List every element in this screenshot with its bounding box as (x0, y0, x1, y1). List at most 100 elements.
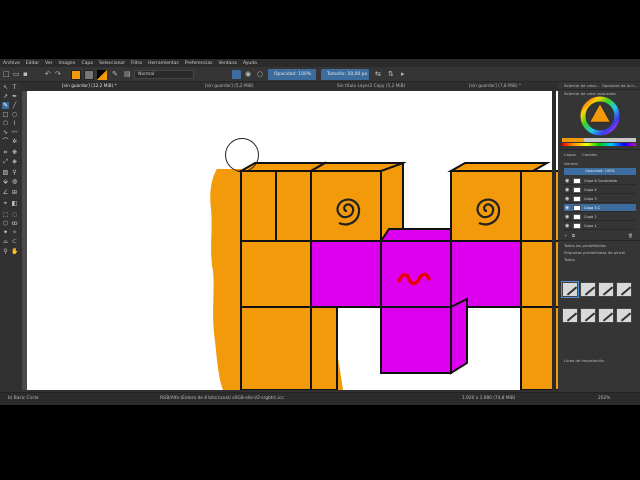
layer-blend-mode[interactable]: Normal (564, 161, 578, 166)
layer-row[interactable]: ◉ Capa 6 Conectado (564, 177, 636, 185)
blend-mode-dropdown[interactable]: Normal (134, 70, 194, 79)
zoom-level[interactable]: 202% (598, 396, 610, 401)
gradient-icon[interactable]: ▨ (2, 169, 9, 176)
menu-archivo[interactable]: Archivo (3, 61, 20, 66)
color-pair-icon[interactable] (97, 70, 107, 80)
add-layer-icon[interactable]: ＋ (564, 233, 568, 239)
freehand-select-icon[interactable]: ꝏ (11, 220, 18, 227)
reset-icon[interactable]: ○ (257, 71, 263, 78)
perspective-icon[interactable]: ◧ (11, 200, 18, 207)
brush-preset[interactable] (561, 281, 579, 298)
opacity-slider[interactable]: Opacidad: 100% (268, 69, 316, 80)
edit-shapes-icon[interactable]: ↗ (2, 93, 9, 100)
menu-ver[interactable]: Ver (45, 61, 52, 66)
brush-preset[interactable] (598, 308, 614, 323)
menu-imagen[interactable]: Imagen (59, 61, 76, 66)
preserve-alpha-icon[interactable]: ◉ (245, 71, 251, 78)
multibrush-icon[interactable]: ✲ (11, 138, 18, 145)
open-icon[interactable]: ▭ (13, 71, 20, 78)
fill-icon[interactable]: ⬙ (2, 178, 9, 185)
brush-icon[interactable]: ✎ (2, 102, 9, 109)
dock-tab-channels[interactable]: Canales (582, 152, 597, 157)
mirror-vertical-icon[interactable]: ⇅ (388, 71, 394, 78)
magnetic-select-icon[interactable]: ⊂ (11, 238, 18, 245)
brush-presets-tag[interactable]: Todos los predefinidos (564, 243, 606, 248)
similar-select-icon[interactable]: ✧ (11, 229, 18, 236)
layer-row[interactable]: ◉ Capa 3 (564, 195, 636, 203)
pan-icon[interactable]: ✋ (11, 248, 18, 255)
menu-herramientas[interactable]: Herramientas (148, 61, 179, 66)
drawing-canvas[interactable] (27, 91, 558, 390)
visibility-eye-icon[interactable]: ◉ (565, 205, 569, 211)
text-icon[interactable]: T (11, 84, 18, 91)
new-document-icon[interactable]: □ (3, 71, 10, 78)
brush-preset[interactable] (562, 308, 578, 323)
rect-select-icon[interactable]: ⬚ (2, 211, 9, 218)
foreground-color-swatch[interactable] (71, 70, 81, 80)
bezier-icon[interactable]: ∿ (2, 129, 9, 136)
undo-icon[interactable]: ↶ (45, 71, 51, 78)
mirror-horizontal-icon[interactable]: ⇆ (375, 71, 381, 78)
polygon-icon[interactable]: ⬠ (2, 120, 9, 127)
menu-editar[interactable]: Editar (26, 61, 39, 66)
bezier-select-icon[interactable]: ⌓ (2, 238, 9, 245)
visibility-eye-icon[interactable]: ◉ (565, 196, 569, 202)
reference-icon[interactable]: ⊞ (11, 189, 18, 196)
brush-preset[interactable] (580, 282, 596, 297)
size-slider[interactable]: Tamaño: 50,00 px (321, 69, 369, 80)
brush-preset[interactable] (580, 308, 596, 323)
ellipse-icon[interactable]: ○ (11, 111, 18, 118)
brush-preset[interactable] (616, 308, 632, 323)
transform-icon[interactable]: ⤢ (2, 158, 9, 165)
colorize-icon[interactable]: ◍ (11, 178, 18, 185)
tab-document-1[interactable]: [sin guardar] (12,2 MiB) * (62, 83, 117, 91)
contiguous-select-icon[interactable]: ✦ (2, 229, 9, 236)
dynamic-brush-icon[interactable]: ⌒ (2, 138, 9, 145)
layer-row[interactable]: ◉ Capa 2 (564, 213, 636, 221)
recent-colors-strip[interactable] (562, 138, 636, 142)
redo-icon[interactable]: ↷ (55, 71, 61, 78)
menu-ventana[interactable]: Ventana (218, 61, 236, 66)
line-icon[interactable]: ╱ (11, 102, 18, 109)
common-colors-strip[interactable] (562, 143, 636, 146)
fill-pattern-icon[interactable]: ▤ (124, 71, 131, 78)
menu-preferencias[interactable]: Preferencias (185, 61, 213, 66)
dock-tab-layers[interactable]: Capas (564, 152, 576, 157)
layer-row-selected[interactable]: ◉ Capa 3 C (564, 204, 636, 212)
menu-seleccionar[interactable]: Seleccionar (99, 61, 125, 66)
color-wheel[interactable] (580, 96, 620, 136)
eyedropper-icon[interactable]: ⚲ (11, 169, 18, 176)
zoom-icon[interactable]: ⚲ (2, 248, 9, 255)
brush-presets-tag-field[interactable]: Etiquetas predefinidas de pincel (564, 250, 625, 255)
wrap-icon[interactable]: ▸ (401, 71, 405, 78)
dock-tab-tool-options[interactable]: Opciones de la h... (602, 83, 637, 88)
measure-icon[interactable]: ∠ (2, 189, 9, 196)
duplicate-layer-icon[interactable]: ⧉ (572, 233, 575, 238)
current-brush-status[interactable]: b) Basic Circle (8, 396, 39, 401)
dock-tab-color[interactable]: Selector de color... (564, 83, 599, 88)
visibility-eye-icon[interactable]: ◉ (565, 214, 569, 220)
polygon-select-icon[interactable]: ⬡ (2, 220, 9, 227)
calligraphy-icon[interactable]: ✒ (11, 93, 18, 100)
canvas-scrollbar[interactable] (552, 91, 556, 390)
brush-preset-icon[interactable]: ✎ (112, 71, 118, 78)
layer-opacity-slider[interactable]: Opacidad: 100% (564, 168, 636, 175)
assistant-icon[interactable]: ⌖ (2, 200, 9, 207)
layer-row[interactable]: ◉ Capa 1 (564, 222, 636, 230)
canvas-area[interactable] (22, 91, 558, 390)
pattern-swatch[interactable] (84, 70, 94, 80)
save-icon[interactable]: ▪ (23, 71, 28, 78)
visibility-eye-icon[interactable]: ◉ (565, 223, 569, 229)
brush-preset[interactable] (616, 282, 632, 297)
tab-document-4[interactable]: [sin guardar] (7,8 MiB) * (469, 83, 521, 91)
brush-filter[interactable]: Todos (564, 257, 575, 262)
rectangle-icon[interactable]: □ (2, 111, 9, 118)
visibility-eye-icon[interactable]: ◉ (565, 187, 569, 193)
polyline-icon[interactable]: ⌇ (11, 120, 18, 127)
eraser-mode-button[interactable] (232, 70, 241, 79)
ellipse-select-icon[interactable]: ◌ (11, 211, 18, 218)
delete-layer-icon[interactable]: 🗑 (628, 233, 633, 238)
layer-row[interactable]: ◉ Capa 4 (564, 186, 636, 194)
crop-icon[interactable]: ⌗ (2, 149, 9, 156)
menu-ayuda[interactable]: Ayuda (243, 61, 257, 66)
